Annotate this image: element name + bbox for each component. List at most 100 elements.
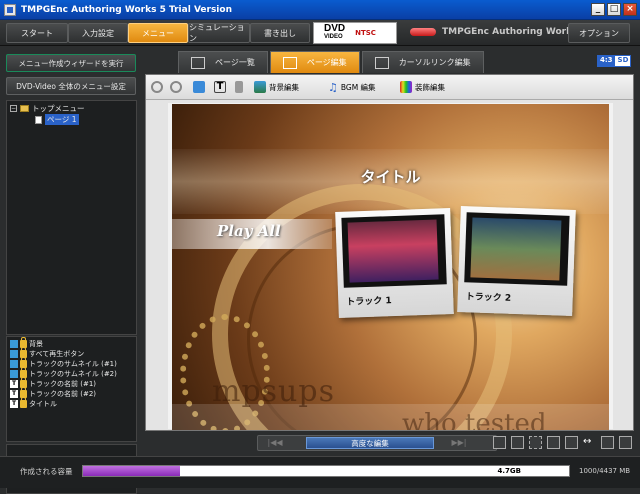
editor-bottom-bar: |◀◀ 高度な編集 ▶▶| ↔ xyxy=(145,433,634,453)
editor-tabs: ページ一覧 ページ編集 カーソルリンク編集 xyxy=(178,51,484,73)
options-button[interactable]: オプション xyxy=(568,23,630,43)
align-icon[interactable] xyxy=(601,436,614,449)
page-icon xyxy=(35,115,42,124)
brand-text: TMPGEnc Authoring Works 5 xyxy=(442,27,587,37)
text-layer-icon: T xyxy=(10,400,18,408)
tool-label: BGM 編集 xyxy=(340,83,376,92)
track-thumbnail-frame xyxy=(464,212,570,286)
next-page-button[interactable]: ▶▶| xyxy=(448,437,470,449)
tool-label: 装飾編集 xyxy=(415,82,445,92)
page-editor: T 背景編集 ♫ BGM 編集 装飾編集 mpsups who tested タ… xyxy=(145,74,634,431)
output-button[interactable]: 書き出し xyxy=(250,23,310,43)
center-guide-icon[interactable] xyxy=(565,436,578,449)
menu-title-text[interactable]: タイトル xyxy=(172,166,609,187)
layer-label: トラックの名前 (#1) xyxy=(29,380,97,388)
tree-item-label: トップメニュー xyxy=(32,104,85,113)
delete-icon[interactable] xyxy=(235,81,243,93)
background-text: who tested xyxy=(402,409,547,430)
tab-cursor-link[interactable]: カーソルリンク編集 xyxy=(361,51,484,73)
page-navigation: |◀◀ 高度な編集 ▶▶| xyxy=(257,435,497,451)
background-text: mpsups xyxy=(212,374,335,409)
previous-page-button[interactable]: |◀◀ xyxy=(264,437,286,449)
tab-label: カーソルリンク編集 xyxy=(398,58,471,67)
safe-area-icon[interactable] xyxy=(511,436,524,449)
tree-item-label: ページ 1 xyxy=(45,114,79,125)
capacity-bar: 4.7GB xyxy=(82,465,570,477)
page-edit-icon xyxy=(282,56,297,69)
close-button[interactable]: × xyxy=(623,3,637,16)
sd-label: SD xyxy=(617,56,629,64)
menu-wizard-button[interactable]: メニュー作成ウィザードを実行 xyxy=(6,54,136,72)
layout-icon[interactable] xyxy=(619,436,632,449)
input-settings-button[interactable]: 入力設定 xyxy=(68,23,128,43)
brand-logo: TMPGEnc Authoring Works 5 xyxy=(410,27,587,37)
window-controls: _ □ × xyxy=(591,3,637,16)
aspect-ratio-badge: 4:3 SD xyxy=(597,55,631,67)
capacity-label: 作成される容量 xyxy=(20,467,73,476)
add-image-icon[interactable] xyxy=(193,81,205,93)
layer-item[interactable]: T タイトル xyxy=(10,397,57,409)
advanced-edit-button[interactable]: 高度な編集 xyxy=(306,437,434,449)
horizontal-arrows-icon[interactable]: ↔ xyxy=(583,436,596,449)
track-2-thumbnail xyxy=(470,217,562,281)
minimize-button[interactable]: _ xyxy=(591,3,605,16)
window-title: TMPGEnc Authoring Works 5 Trial Version xyxy=(21,4,232,15)
main-toolbar: スタート 入力設定 メニュー シミュレーション 書き出し DVD VIDEO NT… xyxy=(0,20,640,46)
music-note-icon: ♫ xyxy=(328,81,338,94)
menu-canvas[interactable]: mpsups who tested タイトル Play All トラック 1 ト… xyxy=(172,104,609,430)
layer-label: トラックの名前 (#2) xyxy=(29,390,97,398)
tab-page-list[interactable]: ページ一覧 xyxy=(178,51,268,73)
bgm-edit-button[interactable]: ♫ BGM 編集 xyxy=(328,81,376,94)
simulation-button[interactable]: シミュレーション xyxy=(188,23,250,43)
track-thumbnail-frame xyxy=(341,214,447,288)
text-layer-icon: T xyxy=(10,380,18,388)
tree-item-top-menu[interactable]: − トップメニュー xyxy=(10,103,85,114)
track-2-button[interactable]: トラック 2 xyxy=(457,206,576,316)
tab-label: ページ編集 xyxy=(306,58,347,67)
fit-icon[interactable] xyxy=(547,436,560,449)
disc-size-label: 4.7GB xyxy=(497,467,521,475)
play-all-button[interactable]: Play All xyxy=(217,222,281,240)
tree-item-page-1[interactable]: ページ 1 xyxy=(35,114,79,125)
menu-tree[interactable]: − トップメニュー ページ 1 xyxy=(6,100,137,335)
layer-label: トラックのサムネイル (#1) xyxy=(29,360,117,368)
track-1-thumbnail xyxy=(347,219,439,283)
image-layer-icon xyxy=(10,350,18,358)
layer-label: すべて再生ボタン xyxy=(29,350,85,358)
layer-label: タイトル xyxy=(29,400,57,408)
tool-label: 背景編集 xyxy=(269,82,299,92)
capacity-numbers: 1000/4437 MB xyxy=(579,467,631,475)
background-edit-button[interactable]: 背景編集 xyxy=(254,81,299,93)
tab-label: ページ一覧 xyxy=(215,58,255,67)
brand-pill-icon xyxy=(410,28,436,36)
layer-item[interactable]: 背景 xyxy=(10,337,43,349)
status-bar: 作成される容量 4.7GB 1000/4437 MB xyxy=(0,456,640,488)
menu-button[interactable]: メニュー xyxy=(128,23,188,43)
dvd-video-logo: DVD VIDEO NTSC xyxy=(313,22,397,44)
undo-icon[interactable] xyxy=(151,81,163,93)
layer-item[interactable]: トラックのサムネイル (#2) xyxy=(10,367,117,379)
left-panel: メニュー作成ウィザードを実行 DVD-Video 全体のメニュー設定 − トップ… xyxy=(0,47,143,494)
lock-icon[interactable] xyxy=(20,397,27,408)
selection-icon[interactable] xyxy=(529,436,542,449)
dvd-menu-settings-button[interactable]: DVD-Video 全体のメニュー設定 xyxy=(6,77,136,95)
folder-icon xyxy=(20,105,29,112)
layer-item[interactable]: トラックのサムネイル (#1) xyxy=(10,357,117,369)
add-text-icon[interactable]: T xyxy=(214,81,226,93)
edit-toolbar: T 背景編集 ♫ BGM 編集 装飾編集 xyxy=(146,75,633,100)
decoration-edit-button[interactable]: 装飾編集 xyxy=(400,81,445,93)
capacity-bar-fill xyxy=(83,466,181,476)
maximize-button[interactable]: □ xyxy=(607,3,621,16)
ntsc-label: NTSC xyxy=(355,29,376,37)
layer-list: 背景 すべて再生ボタン トラックのサムネイル (#1) トラックのサムネイル (… xyxy=(6,336,137,442)
collapse-icon[interactable]: − xyxy=(10,105,17,112)
image-layer-icon xyxy=(10,340,18,348)
text-layer-icon: T xyxy=(10,390,18,398)
redo-icon[interactable] xyxy=(170,81,182,93)
tab-page-edit[interactable]: ページ編集 xyxy=(269,51,360,73)
start-button[interactable]: スタート xyxy=(6,23,68,43)
decoration-icon xyxy=(400,81,412,93)
track-1-button[interactable]: トラック 1 xyxy=(335,208,454,318)
image-layer-icon xyxy=(10,360,18,368)
grid-icon[interactable] xyxy=(493,436,506,449)
